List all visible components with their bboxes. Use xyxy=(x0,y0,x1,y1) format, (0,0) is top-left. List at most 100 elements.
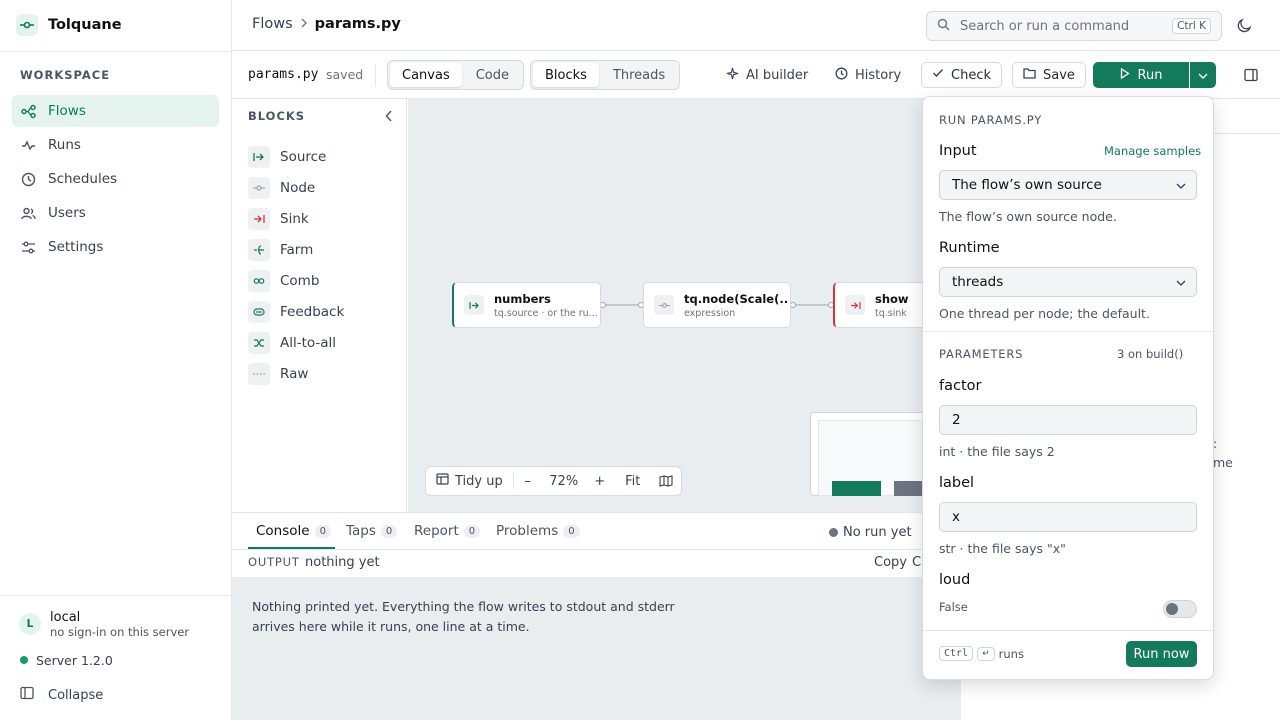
run-status-text: No run yet xyxy=(843,525,912,540)
run-button[interactable]: Run xyxy=(1093,62,1189,88)
param-label-label: label xyxy=(939,475,975,491)
tab-report[interactable]: Report 0 xyxy=(414,523,481,539)
block-farm[interactable]: Farm xyxy=(248,239,313,261)
collapse-panel-icon[interactable] xyxy=(385,110,393,126)
tab-console[interactable]: Console 0 xyxy=(256,523,331,539)
output-label: OUTPUT xyxy=(248,555,300,569)
check-button[interactable]: Check xyxy=(921,62,1002,88)
run-options-button[interactable] xyxy=(1190,62,1216,88)
editor-toolbar: params.py saved Canvas Code Blocks Threa… xyxy=(232,51,1280,99)
block-label: All-to-all xyxy=(280,335,337,351)
sidebar-item-flows[interactable]: Flows xyxy=(12,95,219,127)
tab-problems[interactable]: Problems 0 xyxy=(496,523,580,539)
check-label: Check xyxy=(951,67,991,83)
node-icon xyxy=(654,295,674,315)
ai-builder-button[interactable]: AI builder xyxy=(726,67,808,84)
block-label: Farm xyxy=(280,242,314,258)
divider xyxy=(375,64,376,86)
block-comb[interactable]: Comb xyxy=(248,270,319,292)
feedback-icon xyxy=(248,301,270,323)
avatar[interactable]: L xyxy=(19,613,41,635)
shortcut-text: runs xyxy=(998,646,1024,661)
loud-toggle[interactable] xyxy=(1163,600,1197,618)
moon-icon[interactable] xyxy=(1237,18,1252,37)
breadcrumb: Flows params.py xyxy=(252,16,401,32)
sidebar-item-users[interactable]: Users xyxy=(12,197,219,229)
chevron-down-icon xyxy=(1198,68,1208,83)
block-all-to-all[interactable]: All-to-all xyxy=(248,332,336,354)
flow-canvas[interactable]: numbers tq.source · or the ru... tq.node(… xyxy=(408,99,961,512)
save-button[interactable]: Save xyxy=(1012,62,1086,88)
console-panel: Console 0 Taps 0 Report 0 Problems 0 No run … xyxy=(232,512,961,720)
tab-code[interactable]: Code xyxy=(464,63,521,87)
sidebar-item-label: Runs xyxy=(48,137,81,153)
source-icon xyxy=(464,295,484,315)
panel-toggle-icon[interactable] xyxy=(1244,68,1258,86)
sidebar-item-label: Schedules xyxy=(48,171,118,187)
param-loud-label: loud xyxy=(939,572,971,588)
zoom-out-button[interactable]: – xyxy=(514,474,542,489)
tab-taps[interactable]: Taps 0 xyxy=(346,523,398,539)
block-raw[interactable]: Raw xyxy=(248,363,308,385)
history-label: History xyxy=(855,68,902,83)
block-source[interactable]: Source xyxy=(248,146,326,168)
copy-button[interactable]: Copy xyxy=(874,555,907,570)
tab-label: Problems xyxy=(496,523,559,539)
toggle-knob xyxy=(1166,603,1178,615)
collapse-button[interactable]: Collapse xyxy=(20,686,103,704)
check-icon xyxy=(932,67,944,83)
sliders-icon xyxy=(21,240,36,255)
block-feedback[interactable]: Feedback xyxy=(248,301,344,323)
runtime-select[interactable]: threads xyxy=(939,267,1197,297)
save-label: Save xyxy=(1043,67,1075,83)
input-select[interactable]: The flow’s own source xyxy=(939,170,1197,200)
count-badge: 0 xyxy=(463,524,481,538)
divider xyxy=(923,630,1213,631)
divider xyxy=(232,549,961,550)
sidebar-item-settings[interactable]: Settings xyxy=(12,231,219,263)
param-label-hint: str · the file says "x" xyxy=(939,541,1066,556)
flow-node-numbers[interactable]: numbers tq.source · or the ru... xyxy=(452,282,601,328)
sidebar-item-schedules[interactable]: Schedules xyxy=(12,163,219,195)
raw-icon xyxy=(248,363,270,385)
zoom-level: 72% xyxy=(549,473,579,489)
sidebar-item-runs[interactable]: Runs xyxy=(12,129,219,161)
param-factor-input[interactable]: 2 xyxy=(939,405,1197,435)
clear-button[interactable]: C xyxy=(912,555,921,570)
ai-builder-label: AI builder xyxy=(746,68,809,83)
map-icon[interactable] xyxy=(652,475,680,487)
clock-icon xyxy=(21,172,36,187)
manage-samples-link[interactable]: Manage samples xyxy=(1104,144,1201,158)
sidebar: Tolquane WORKSPACE Flows Runs Schedules … xyxy=(0,0,232,720)
flow-node-scale[interactable]: tq.node(Scale(... expression xyxy=(643,282,791,328)
workspace-label: WORKSPACE xyxy=(20,68,111,82)
layout-icon xyxy=(436,473,449,489)
block-sink[interactable]: Sink xyxy=(248,208,309,230)
user-sub: no sign-in on this server xyxy=(50,625,190,639)
param-label-input[interactable]: x xyxy=(939,502,1197,532)
inspector-text: me xyxy=(1213,455,1233,470)
tab-blocks[interactable]: Blocks xyxy=(533,63,599,87)
run-shortcut-hint: Ctrl ↵ runs xyxy=(939,646,1024,661)
tab-threads[interactable]: Threads xyxy=(601,63,677,87)
divider xyxy=(923,331,1213,332)
server-version: Server 1.2.0 xyxy=(36,653,113,668)
history-button[interactable]: History xyxy=(835,67,901,84)
user-name: local xyxy=(50,610,81,625)
breadcrumb-flows[interactable]: Flows xyxy=(252,16,293,32)
users-icon xyxy=(21,206,36,221)
search-input[interactable]: Search or run a command Ctrl K xyxy=(926,11,1222,41)
app-name: Tolquane xyxy=(48,17,122,33)
block-node[interactable]: Node xyxy=(248,177,315,199)
tidy-up-button[interactable]: Tidy up xyxy=(426,473,513,489)
search-placeholder: Search or run a command xyxy=(960,18,1130,34)
brand[interactable]: Tolquane xyxy=(16,14,122,36)
run-label: Run xyxy=(1137,67,1163,83)
zoom-in-button[interactable]: + xyxy=(586,474,614,489)
input-label: Input xyxy=(939,143,977,159)
run-now-button[interactable]: Run now xyxy=(1126,641,1197,667)
fit-button[interactable]: Fit xyxy=(614,474,652,489)
tab-canvas[interactable]: Canvas xyxy=(390,63,462,87)
play-icon xyxy=(1120,67,1130,83)
block-label: Source xyxy=(280,149,327,165)
